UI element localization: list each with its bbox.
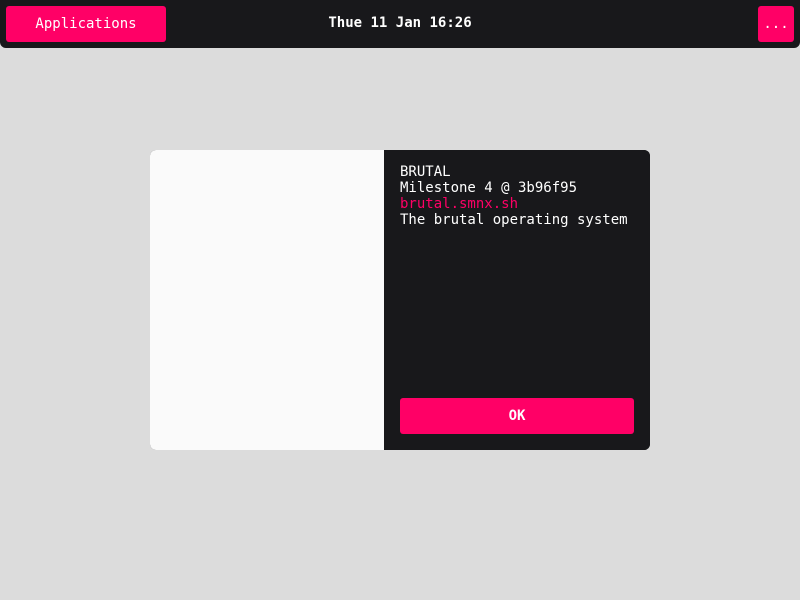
website-link[interactable]: brutal.smnx.sh — [400, 196, 634, 212]
ok-button[interactable]: OK — [400, 398, 634, 434]
system-name: BRUTAL — [400, 164, 451, 180]
about-info: BRUTAL Milestone 4 @ 3b96f95 brutal.smnx… — [400, 164, 634, 228]
dialog-content: BRUTAL Milestone 4 @ 3b96f95 brutal.smnx… — [384, 150, 650, 450]
dialog-image-area — [150, 150, 384, 450]
about-dialog: BRUTAL Milestone 4 @ 3b96f95 brutal.smnx… — [150, 150, 650, 450]
system-version: Milestone 4 @ 3b96f95 — [400, 180, 578, 196]
more-button[interactable]: ... — [758, 6, 794, 42]
top-panel: Applications Thue 11 Jan 16:26 ... — [0, 0, 800, 48]
applications-button[interactable]: Applications — [6, 6, 166, 42]
system-description: The brutal operating system and its — [400, 212, 634, 228]
